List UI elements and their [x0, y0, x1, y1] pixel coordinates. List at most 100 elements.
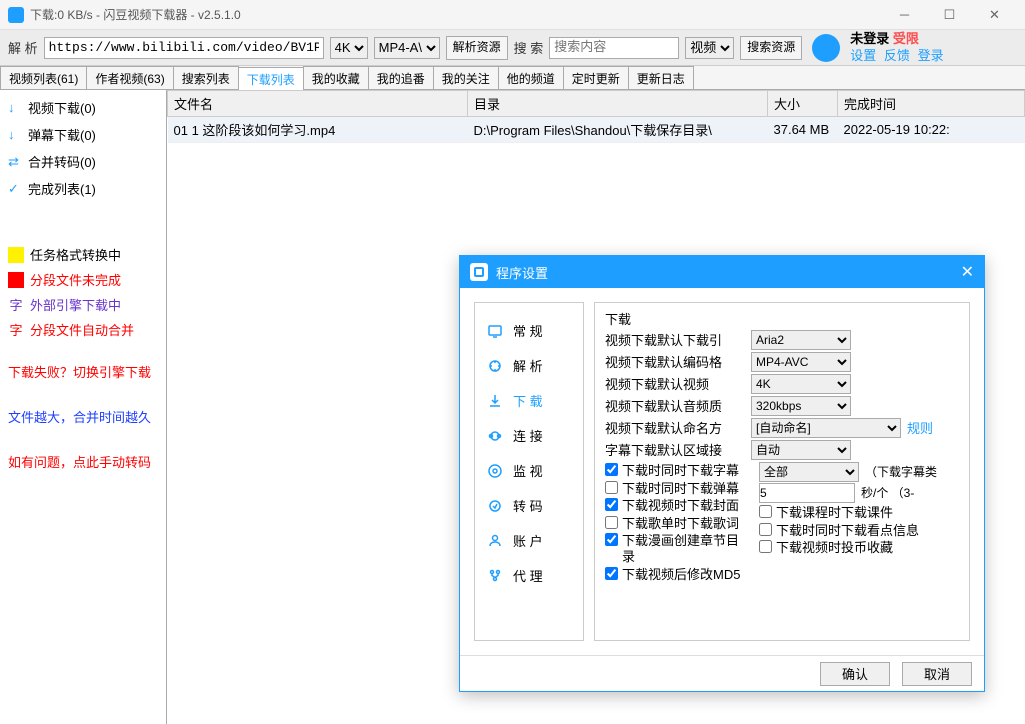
checkbox-item[interactable]: 下载视频时投币收藏 — [759, 540, 959, 556]
tab-7[interactable]: 他的频道 — [498, 66, 564, 89]
nav-icon — [487, 498, 503, 514]
dlg-nav-item[interactable]: 下 载 — [481, 383, 577, 418]
checkbox-item[interactable]: 下载时同时下载弹幕 — [605, 481, 745, 497]
settings-link[interactable]: 设置 — [850, 48, 876, 63]
color-swatch — [8, 272, 24, 288]
column-header[interactable]: 大小 — [768, 91, 838, 117]
dialog-title: 程序设置 — [496, 263, 548, 282]
parse-button[interactable]: 解析资源 — [446, 36, 508, 60]
checkbox[interactable] — [759, 505, 772, 518]
rule-link[interactable]: 规则 — [907, 418, 933, 437]
color-swatch — [8, 247, 24, 263]
format-select[interactable]: MP4-A\ — [374, 37, 440, 59]
sidebar-note[interactable]: 如有问题，点此手动转码 — [6, 446, 160, 477]
parse-label: 解 析 — [8, 38, 38, 57]
dlg-nav-item[interactable]: 账 户 — [481, 523, 577, 558]
column-header[interactable]: 完成时间 — [838, 91, 1025, 117]
dlg-nav-item[interactable]: 连 接 — [481, 418, 577, 453]
search-type-select[interactable]: 视频 — [685, 37, 734, 59]
checkbox-item[interactable]: 下载课程时下载课件 — [759, 505, 959, 521]
engine-select[interactable]: Aria2 — [751, 330, 851, 350]
sub2-select[interactable]: 全部 — [759, 462, 859, 482]
checkbox-item[interactable]: 下载视频时下载封面 — [605, 498, 745, 514]
quality-select[interactable]: 4K — [330, 37, 368, 59]
name-select[interactable]: [自动命名] — [751, 418, 901, 438]
tab-0[interactable]: 视频列表(61) — [0, 66, 87, 89]
video-select[interactable]: 4K — [751, 374, 851, 394]
checkbox-item[interactable]: 下载视频后修改MD5 — [605, 567, 745, 583]
minimize-button[interactable]: ─ — [882, 0, 927, 30]
audio-select[interactable]: 320kbps — [751, 396, 851, 416]
app-icon — [8, 7, 24, 23]
tab-8[interactable]: 定时更新 — [563, 66, 629, 89]
checkbox[interactable] — [759, 523, 772, 536]
user-box: 未登录 受限 设置 反馈 登录 — [850, 31, 947, 65]
tab-3[interactable]: 下载列表 — [238, 67, 304, 90]
checkbox[interactable] — [605, 516, 618, 529]
sidebar-item[interactable]: ✓完成列表(1) — [6, 175, 160, 202]
tab-9[interactable]: 更新日志 — [628, 66, 694, 89]
checkbox[interactable] — [759, 540, 772, 553]
dialog-form: 下载 视频下载默认下载引Aria2 视频下载默认编码格MP4-AVC 视频下载默… — [594, 302, 970, 641]
tab-5[interactable]: 我的追番 — [368, 66, 434, 89]
tab-2[interactable]: 搜索列表 — [173, 66, 239, 89]
tab-6[interactable]: 我的关注 — [433, 66, 499, 89]
legend-item: 字分段文件自动合并 — [6, 317, 160, 342]
column-header[interactable]: 目录 — [468, 91, 768, 117]
toolbar: 解 析 4K MP4-A\ 解析资源 搜 索 视频 搜索资源 未登录 受限 设置… — [0, 30, 1025, 66]
checkbox[interactable] — [605, 533, 618, 546]
section-title: 下载 — [605, 309, 959, 328]
sidebar-note[interactable]: 文件越大，合并时间越久 — [6, 401, 160, 432]
dlg-nav-item[interactable]: 转 码 — [481, 488, 577, 523]
arrow-icon: ↓ — [8, 127, 22, 142]
maximize-button[interactable]: ☐ — [927, 0, 972, 30]
feedback-link[interactable]: 反馈 — [884, 48, 910, 63]
limit-status: 受限 — [893, 31, 919, 46]
close-button[interactable]: ✕ — [972, 0, 1017, 30]
search-label: 搜 索 — [514, 38, 544, 57]
nav-icon — [487, 428, 503, 444]
search-button[interactable]: 搜索资源 — [740, 36, 802, 60]
nav-icon — [487, 463, 503, 479]
dlg-nav-item[interactable]: 代 理 — [481, 558, 577, 593]
search-input[interactable] — [549, 37, 679, 59]
legend-item: 分段文件未完成 — [6, 267, 160, 292]
ok-button[interactable]: 确认 — [820, 662, 890, 686]
settings-dialog: 程序设置 ✕ 常 规解 析下 载连 接监 视转 码账 户代 理 下载 视频下载默… — [459, 255, 985, 692]
arrow-icon: ✓ — [8, 181, 22, 197]
sub-select[interactable]: 自动 — [751, 440, 851, 460]
dlg-nav-item[interactable]: 解 析 — [481, 348, 577, 383]
nav-icon — [487, 533, 503, 549]
delay-input[interactable] — [759, 483, 855, 503]
cancel-button[interactable]: 取消 — [902, 662, 972, 686]
login-link[interactable]: 登录 — [918, 48, 944, 63]
dialog-close-button[interactable]: ✕ — [961, 262, 974, 282]
checkbox-item[interactable]: 下载漫画创建章节目录 — [605, 533, 745, 564]
nav-icon — [487, 323, 503, 339]
legend-item: 任务格式转换中 — [6, 242, 160, 267]
sidebar-item[interactable]: ↓弹幕下载(0) — [6, 121, 160, 148]
codec-select[interactable]: MP4-AVC — [751, 352, 851, 372]
dlg-nav-item[interactable]: 监 视 — [481, 453, 577, 488]
tab-4[interactable]: 我的收藏 — [303, 66, 369, 89]
checkbox-item[interactable]: 下载时同时下载字幕 — [605, 463, 745, 479]
download-table: 文件名目录大小完成时间 01 1 这阶段该如何学习.mp4D:\Program … — [167, 90, 1025, 143]
sidebar-item[interactable]: ↓视频下载(0) — [6, 94, 160, 121]
checkbox[interactable] — [605, 567, 618, 580]
url-input[interactable] — [44, 37, 324, 59]
checkbox[interactable] — [605, 481, 618, 494]
checkbox-item[interactable]: 下载时同时下载看点信息 — [759, 523, 959, 539]
dialog-titlebar: 程序设置 ✕ — [460, 256, 984, 288]
table-row[interactable]: 01 1 这阶段该如何学习.mp4D:\Program Files\Shando… — [168, 117, 1025, 143]
nav-icon — [487, 568, 503, 584]
column-header[interactable]: 文件名 — [168, 91, 468, 117]
checkbox[interactable] — [605, 463, 618, 476]
tab-1[interactable]: 作者视频(63) — [86, 66, 173, 89]
checkbox-item[interactable]: 下载歌单时下载歌词 — [605, 516, 745, 532]
avatar[interactable] — [812, 34, 840, 62]
dialog-icon — [470, 263, 488, 281]
checkbox[interactable] — [605, 498, 618, 511]
sidebar-item[interactable]: ⇄合并转码(0) — [6, 148, 160, 175]
dlg-nav-item[interactable]: 常 规 — [481, 313, 577, 348]
sidebar-note[interactable]: 下载失败？切换引擎下载 — [6, 356, 160, 387]
